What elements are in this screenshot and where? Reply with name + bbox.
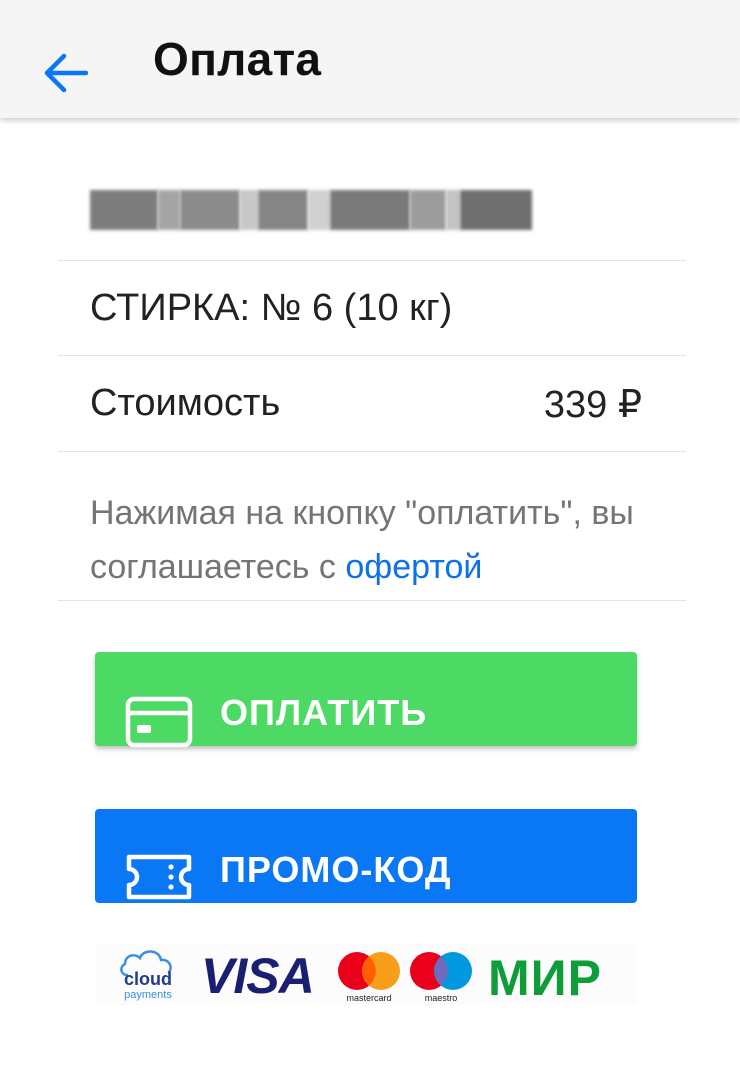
terms-text: Нажимая на кнопку "оплатить", вы соглаша… bbox=[90, 486, 670, 594]
promo-button-label: ПРОМО-КОД bbox=[220, 849, 452, 890]
visa-logo: VISA bbox=[201, 948, 315, 1004]
maestro-caption: maestro bbox=[425, 993, 458, 1003]
price-value: 339 ₽ bbox=[543, 384, 642, 426]
pay-button[interactable]: ОПЛАТИТЬ bbox=[95, 652, 637, 748]
payment-systems-strip: cloud payments VISA mastercard maestro М… bbox=[95, 945, 637, 1006]
maestro-logo: maestro bbox=[407, 949, 475, 1005]
mastercard-logo: mastercard bbox=[335, 949, 403, 1005]
page-title: Оплата bbox=[153, 33, 322, 85]
payments-wordmark: payments bbox=[124, 989, 172, 1001]
promo-code-button[interactable]: ПРОМО-КОД bbox=[95, 809, 637, 903]
service-row: СТИРКА: № 6 (10 кг) bbox=[58, 261, 686, 356]
address-row bbox=[58, 118, 686, 261]
service-label: СТИРКА: № 6 (10 кг) bbox=[90, 287, 453, 329]
credit-card-icon bbox=[125, 696, 193, 748]
pay-button-label: ОПЛАТИТЬ bbox=[220, 692, 428, 733]
mastercard-caption: mastercard bbox=[346, 993, 391, 1003]
ticket-icon bbox=[126, 854, 192, 900]
back-button[interactable] bbox=[30, 38, 100, 108]
order-details: СТИРКА: № 6 (10 кг) Стоимость 339 ₽ Нажи… bbox=[58, 118, 686, 601]
cloudpayments-logo: cloud payments bbox=[113, 945, 183, 1005]
price-label: Стоимость bbox=[90, 382, 281, 424]
arrow-left-icon bbox=[44, 53, 88, 93]
redacted-address bbox=[90, 190, 532, 230]
price-row: Стоимость 339 ₽ bbox=[58, 356, 686, 452]
terms-row: Нажимая на кнопку "оплатить", вы соглаша… bbox=[58, 452, 686, 601]
app-bar: Оплата bbox=[0, 0, 740, 118]
offer-link[interactable]: офертой bbox=[345, 548, 482, 586]
cloud-wordmark: cloud bbox=[124, 969, 172, 989]
mir-logo: МИР bbox=[488, 950, 602, 1006]
